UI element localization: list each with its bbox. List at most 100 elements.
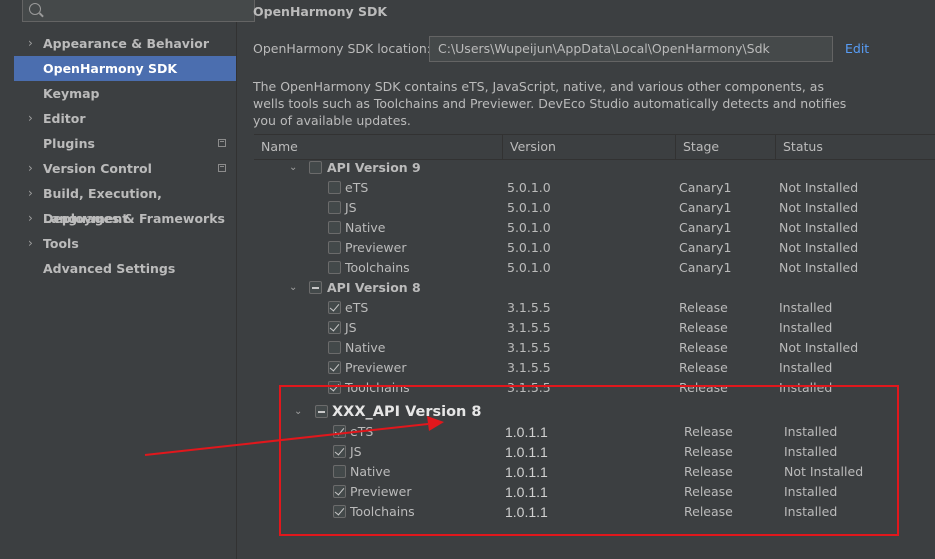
chevron-right-icon[interactable]: ›	[28, 31, 33, 56]
component-status: Not Installed	[779, 220, 859, 235]
component-stage: Release	[679, 360, 728, 375]
settings-sidebar: › Appearance & Behavior OpenHarmony SDK Key…	[0, 0, 255, 559]
group-checkbox[interactable]	[309, 161, 322, 174]
component-checkbox[interactable]	[328, 201, 341, 214]
component-checkbox[interactable]	[328, 301, 341, 314]
column-header-name[interactable]: Name	[254, 135, 503, 159]
sidebar-item-editor[interactable]: › Editor	[14, 106, 236, 131]
component-version: 3.1.5.5	[507, 360, 551, 375]
chevron-down-icon[interactable]: ⌄	[289, 278, 297, 298]
component-checkbox[interactable]	[328, 341, 341, 354]
table-row-group[interactable]: ⌄ API Version 8	[254, 278, 935, 298]
sidebar-item-label: Keymap	[43, 86, 100, 101]
component-name: eTS	[345, 180, 369, 195]
table-row[interactable]: Toolchains 5.0.1.0 Canary1 Not Installed	[254, 258, 935, 278]
chevron-right-icon[interactable]: ›	[28, 156, 33, 181]
sidebar-item-label: Languages & Frameworks	[43, 211, 225, 226]
component-version: 5.0.1.0	[507, 180, 551, 195]
component-name: Native	[345, 340, 386, 355]
edit-link[interactable]: Edit	[845, 41, 869, 56]
sidebar-item-keymap[interactable]: Keymap	[14, 81, 236, 106]
sidebar-item-label: Version Control	[43, 161, 152, 176]
sidebar-item-label: Advanced Settings	[43, 261, 176, 276]
component-status: Not Installed	[779, 180, 859, 195]
sdk-description: The OpenHarmony SDK contains eTS, JavaSc…	[253, 79, 847, 128]
component-stage: Canary1	[679, 180, 732, 195]
sidebar-item-label: Appearance & Behavior	[43, 36, 209, 51]
table-row[interactable]: Previewer 5.0.1.0 Canary1 Not Installed	[254, 238, 935, 258]
component-stage: Canary1	[679, 200, 732, 215]
column-header-stage[interactable]: Stage	[676, 135, 776, 159]
component-status: Not Installed	[779, 340, 859, 355]
chevron-right-icon[interactable]: ›	[28, 106, 33, 131]
search-icon	[29, 3, 41, 15]
component-stage: Canary1	[679, 260, 732, 275]
component-name: Previewer	[345, 240, 407, 255]
component-version: 5.0.1.0	[507, 240, 551, 255]
sdk-location-input[interactable]: C:\Users\Wupeijun\AppData\Local\OpenHarm…	[429, 36, 833, 62]
table-header: Name Version Stage Status	[254, 134, 935, 160]
sidebar-item-label: Tools	[43, 236, 79, 251]
component-version: 5.0.1.0	[507, 200, 551, 215]
table-row[interactable]: JS 3.1.5.5 Release Installed	[254, 318, 935, 338]
component-name: Native	[345, 220, 386, 235]
component-checkbox[interactable]	[328, 241, 341, 254]
component-checkbox[interactable]	[328, 321, 341, 334]
sidebar-item-openharmony-sdk[interactable]: OpenHarmony SDK	[14, 56, 236, 81]
component-checkbox[interactable]	[328, 181, 341, 194]
component-version: 5.0.1.0	[507, 260, 551, 275]
component-stage: Release	[679, 300, 728, 315]
table-row[interactable]: Native 3.1.5.5 Release Not Installed	[254, 338, 935, 358]
chevron-right-icon[interactable]: ›	[28, 181, 33, 206]
group-label: API Version 8	[327, 280, 421, 295]
component-name: JS	[345, 200, 357, 215]
component-stage: Canary1	[679, 240, 732, 255]
component-name: Toolchains	[345, 260, 410, 275]
component-stage: Release	[679, 340, 728, 355]
sidebar-item-build-execution-deployment[interactable]: › Build, Execution, Deployment	[14, 181, 236, 226]
component-checkbox[interactable]	[328, 361, 341, 374]
component-status: Not Installed	[779, 260, 859, 275]
sidebar-item-version-control[interactable]: › Version Control	[14, 156, 236, 181]
table-row[interactable]: eTS 3.1.5.5 Release Installed	[254, 298, 935, 318]
table-row[interactable]: Previewer 3.1.5.5 Release Installed	[254, 358, 935, 378]
project-level-icon	[218, 164, 226, 172]
component-status: Installed	[779, 360, 833, 375]
sidebar-item-advanced-settings[interactable]: Advanced Settings	[14, 256, 236, 281]
group-checkbox[interactable]	[309, 281, 322, 294]
chevron-right-icon[interactable]: ›	[28, 231, 33, 256]
sidebar-item-appearance-behavior[interactable]: › Appearance & Behavior	[14, 31, 236, 56]
project-level-icon	[218, 139, 226, 147]
table-row[interactable]: eTS 5.0.1.0 Canary1 Not Installed	[254, 178, 935, 198]
component-stage: Release	[679, 320, 728, 335]
sidebar-item-label: OpenHarmony SDK	[43, 61, 178, 76]
sidebar-item-plugins[interactable]: Plugins	[14, 131, 236, 156]
table-row[interactable]: Native 5.0.1.0 Canary1 Not Installed	[254, 218, 935, 238]
component-status: Not Installed	[779, 200, 859, 215]
component-status: Installed	[779, 320, 833, 335]
component-name: JS	[345, 320, 357, 335]
component-version: 3.1.5.5	[507, 320, 551, 335]
page-title: OpenHarmony SDK	[253, 4, 388, 19]
sidebar-item-languages-frameworks[interactable]: › Languages & Frameworks	[14, 206, 236, 231]
component-stage: Canary1	[679, 220, 732, 235]
component-status: Not Installed	[779, 240, 859, 255]
column-header-version[interactable]: Version	[503, 135, 676, 159]
component-checkbox[interactable]	[328, 221, 341, 234]
sidebar-item-label: Editor	[43, 111, 86, 126]
sidebar-item-tools[interactable]: › Tools	[14, 231, 236, 256]
component-name: Previewer	[345, 360, 407, 375]
sidebar-item-label: Plugins	[43, 136, 95, 151]
component-checkbox[interactable]	[328, 261, 341, 274]
component-version: 3.1.5.5	[507, 340, 551, 355]
column-header-status[interactable]: Status	[776, 135, 935, 159]
component-status: Installed	[779, 300, 833, 315]
chevron-right-icon[interactable]: ›	[28, 206, 33, 231]
table-row-group[interactable]: ⌄ API Version 9	[254, 158, 935, 178]
chevron-down-icon[interactable]: ⌄	[289, 158, 297, 178]
table-row[interactable]: JS 5.0.1.0 Canary1 Not Installed	[254, 198, 935, 218]
component-version: 3.1.5.5	[507, 300, 551, 315]
component-version: 5.0.1.0	[507, 220, 551, 235]
settings-search-input[interactable]	[22, 0, 255, 22]
sdk-location-label: OpenHarmony SDK location:	[253, 41, 432, 56]
